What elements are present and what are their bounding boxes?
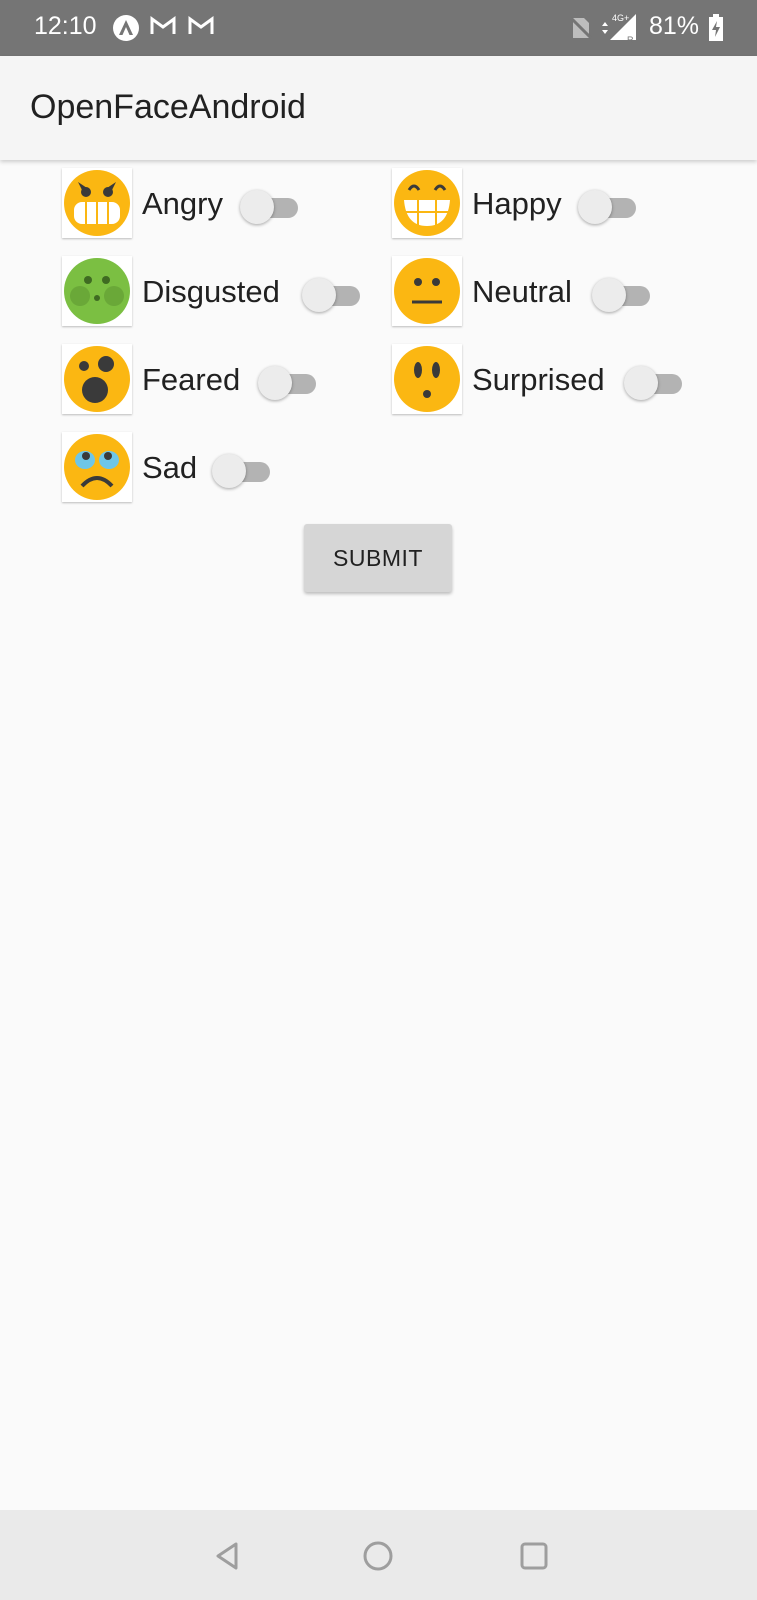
disgusted-switch[interactable]: [302, 277, 360, 312]
emotion-item-disgusted: Disgusted: [62, 256, 382, 328]
switch-thumb: [624, 366, 658, 400]
emotion-item-surprised: Surprised: [392, 344, 692, 416]
app-title: OpenFaceAndroid: [30, 88, 306, 126]
android-a-icon: [112, 14, 140, 47]
switch-thumb: [212, 454, 246, 488]
recents-icon[interactable]: [514, 1536, 554, 1576]
switch-thumb: [592, 278, 626, 312]
emotion-item-happy: Happy: [392, 168, 652, 240]
angry-face-icon: [62, 168, 132, 238]
emotion-item-sad: Sad: [62, 432, 282, 504]
feared-switch[interactable]: [258, 365, 316, 400]
back-icon[interactable]: [208, 1536, 248, 1576]
home-icon[interactable]: [358, 1536, 398, 1576]
emotion-label-neutral: Neutral: [472, 274, 572, 309]
emotion-label-happy: Happy: [472, 186, 562, 221]
emotion-grid: Angry Happy Disgusted Neutral Feared Sur…: [0, 160, 757, 1510]
surprised-face-icon: [392, 344, 462, 414]
navigation-bar: [0, 1510, 757, 1600]
surprised-switch[interactable]: [624, 365, 682, 400]
neutral-face-icon: [392, 256, 462, 326]
sad-face-icon: [62, 432, 132, 502]
svg-text:R: R: [627, 35, 634, 44]
battery-percent: 81%: [648, 12, 699, 40]
neutral-switch[interactable]: [592, 277, 650, 312]
emotion-item-angry: Angry: [62, 168, 322, 240]
switch-thumb: [240, 190, 274, 224]
angry-switch[interactable]: [240, 189, 298, 224]
switch-thumb: [578, 190, 612, 224]
network-label: 4G+: [612, 13, 629, 23]
emotion-label-disgusted: Disgusted: [142, 274, 280, 309]
emotion-item-neutral: Neutral: [392, 256, 662, 328]
emotion-label-surprised: Surprised: [472, 362, 605, 397]
happy-face-icon: [392, 168, 462, 238]
sad-switch[interactable]: [212, 453, 270, 488]
emotion-label-feared: Feared: [142, 362, 241, 397]
no-sim-icon: [569, 16, 593, 45]
emotion-item-feared: Feared: [62, 344, 332, 416]
network-4g-icon: 4G+ R: [598, 10, 640, 49]
happy-switch[interactable]: [578, 189, 636, 224]
switch-thumb: [302, 278, 336, 312]
status-time: 12:10: [34, 12, 97, 40]
emotion-label-sad: Sad: [142, 450, 198, 485]
emotion-label-angry: Angry: [142, 186, 223, 221]
submit-button[interactable]: SUBMIT: [304, 524, 452, 592]
gmail-icon: [150, 14, 176, 43]
switch-thumb: [258, 366, 292, 400]
disgusted-face-icon: [62, 256, 132, 326]
status-bar: 12:10 4G+ R 81%: [0, 0, 757, 56]
battery-charging-icon: [708, 14, 724, 47]
feared-face-icon: [62, 344, 132, 414]
app-bar: OpenFaceAndroid: [0, 56, 757, 160]
gmail-icon: [188, 14, 214, 43]
